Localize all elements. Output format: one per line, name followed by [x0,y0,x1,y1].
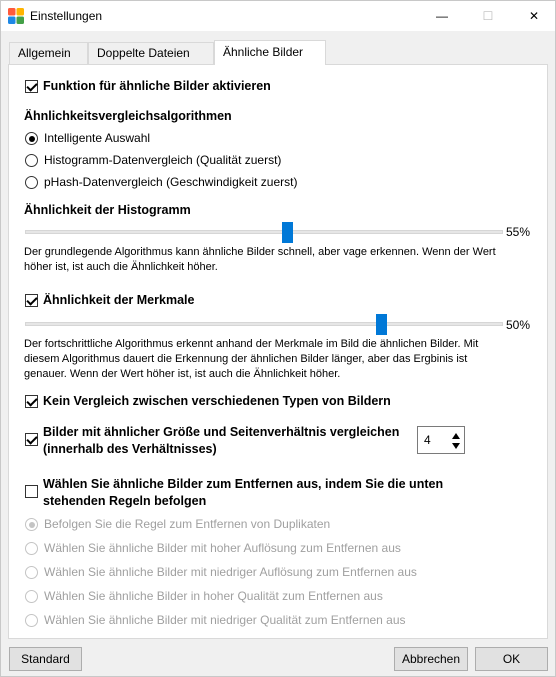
app-logo-icon [8,8,24,24]
rule-radio-low-quality[interactable] [25,614,38,627]
no-type-compare-checkbox[interactable] [25,395,38,408]
algo-label-phash: pHash-Datenvergleich (Geschwindigkeit zu… [44,175,298,189]
select-by-rules-checkbox[interactable] [25,485,38,498]
features-slider-track[interactable] [25,322,503,326]
default-button[interactable]: Standard [9,647,82,671]
algorithm-heading: Ähnlichkeitsvergleichsalgorithmen [24,109,232,123]
histogram-heading: Ähnlichkeit der Histogramm [24,203,191,217]
rule-label-high-quality: Wählen Sie ähnliche Bilder in hoher Qual… [44,589,383,603]
algo-radio-intelligent[interactable] [25,132,38,145]
rule-label-high-resolution: Wählen Sie ähnliche Bilder mit hoher Auf… [44,541,401,555]
size-compare-label-1: Bilder mit ähnlicher Größe und Seitenver… [43,425,400,439]
title-bar: Einstellungen — ☐ ✕ [1,1,555,31]
size-compare-label-2: (innerhalb des Verhältnisses) [43,442,217,456]
similar-images-panel: Funktion für ähnliche Bilder aktivieren … [8,64,548,639]
close-button[interactable]: ✕ [511,1,556,31]
histogram-description-1: Der grundlegende Algorithmus kann ähnlic… [24,246,496,258]
maximize-button[interactable]: ☐ [465,1,511,31]
histogram-slider-thumb[interactable] [282,222,293,243]
tab-duplicate-files[interactable]: Doppelte Dateien [88,42,214,64]
rule-label-duplicates: Befolgen Sie die Regel zum Entfernen von… [44,517,331,531]
rule-radio-high-quality[interactable] [25,590,38,603]
algo-label-histogram: Histogramm-Datenvergleich (Qualität zuer… [44,153,282,167]
features-label: Ähnlichkeit der Merkmale [43,293,195,307]
features-percent: 50% [506,318,531,332]
rule-label-low-resolution: Wählen Sie ähnliche Bilder mit niedriger… [44,565,417,579]
stepper-down-icon[interactable] [452,443,460,449]
settings-window: Einstellungen — ☐ ✕ Allgemein Doppelte D… [0,0,556,677]
histogram-description-2: höher ist, ist auch die Ähnlichkeit höhe… [24,261,218,273]
rule-radio-duplicates[interactable] [25,518,38,531]
features-slider-thumb[interactable] [376,314,387,335]
enable-similar-label: Funktion für ähnliche Bilder aktivieren [43,79,271,93]
rule-radio-high-resolution[interactable] [25,542,38,555]
ratio-stepper[interactable]: 4 [417,426,465,454]
tab-general[interactable]: Allgemein [9,42,88,64]
select-by-rules-label-2: stehenden Regeln befolgen [43,494,207,508]
tab-similar-images[interactable]: Ähnliche Bilder [214,40,326,65]
size-compare-checkbox[interactable] [25,433,38,446]
ok-button[interactable]: OK [475,647,548,671]
window-title: Einstellungen [30,9,103,23]
enable-similar-checkbox[interactable] [25,80,38,93]
features-description-3: genauer. Wenn der Wert höher ist, ist au… [24,368,341,380]
algo-label-intelligent: Intelligente Auswahl [44,131,151,145]
rule-label-low-quality: Wählen Sie ähnliche Bilder mit niedriger… [44,613,406,627]
minimize-button[interactable]: — [419,1,465,31]
algo-radio-phash[interactable] [25,176,38,189]
no-type-compare-label: Kein Vergleich zwischen verschiedenen Ty… [43,394,391,408]
histogram-percent: 55% [506,225,531,239]
ratio-value: 4 [424,433,431,447]
select-by-rules-label-1: Wählen Sie ähnliche Bilder zum Entfernen… [43,477,444,491]
features-description-2: diesem Algorithmus dauert die Erkennung … [24,353,468,365]
histogram-slider-track[interactable] [25,230,503,234]
stepper-up-icon[interactable] [452,433,460,439]
cancel-button[interactable]: Abbrechen [394,647,468,671]
rule-radio-low-resolution[interactable] [25,566,38,579]
features-description-1: Der fortschrittliche Algorithmus erkennt… [24,338,479,350]
features-checkbox[interactable] [25,294,38,307]
algo-radio-histogram[interactable] [25,154,38,167]
